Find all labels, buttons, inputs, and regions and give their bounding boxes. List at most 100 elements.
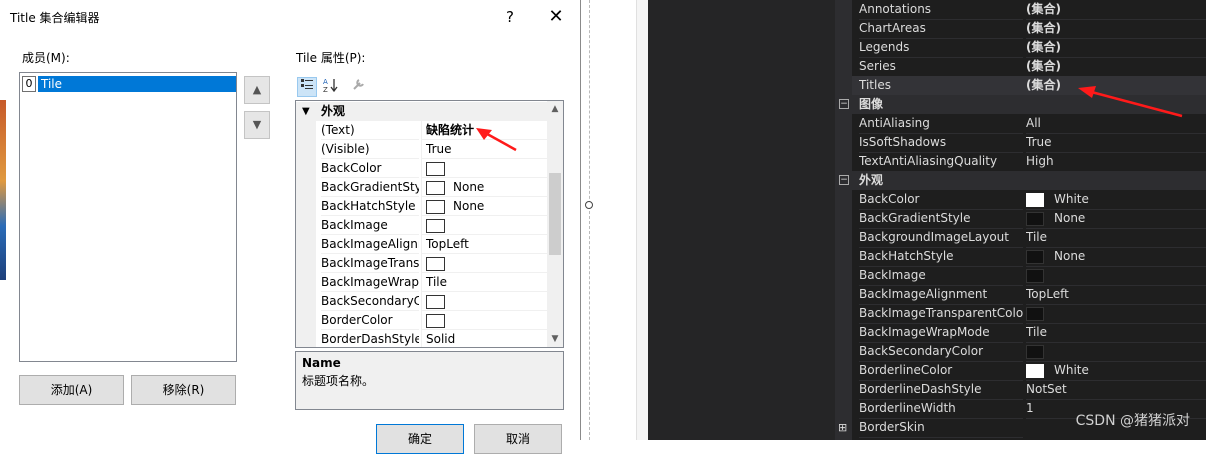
panel-property-value[interactable]: NotSet bbox=[1026, 380, 1206, 400]
grid-row[interactable]: (Visible) True bbox=[296, 140, 548, 159]
panel-property-row[interactable]: ChartAreas (集合) bbox=[852, 19, 1206, 39]
panel-property-value[interactable]: (集合) bbox=[1026, 19, 1206, 39]
property-name[interactable]: BackImage bbox=[321, 216, 419, 235]
property-pages-wrench-icon[interactable] bbox=[349, 77, 369, 97]
collapse-icon[interactable]: − bbox=[839, 99, 849, 109]
property-name[interactable]: BackImageAlignr bbox=[321, 235, 419, 254]
grid-row[interactable]: BackSecondaryCo bbox=[296, 292, 548, 311]
grid-row[interactable]: BackImage bbox=[296, 216, 548, 235]
panel-property-value[interactable] bbox=[1026, 304, 1206, 324]
property-value[interactable]: Tile bbox=[421, 273, 548, 292]
panel-property-row[interactable]: Legends (集合) bbox=[852, 38, 1206, 58]
dialog-titlebar[interactable]: Title 集合编辑器 ? ✕ bbox=[0, 0, 581, 34]
grid-row[interactable]: (Text) 缺陷统计 bbox=[296, 121, 548, 140]
panel-property-value[interactable]: TopLeft bbox=[1026, 285, 1206, 305]
panel-property-value[interactable]: Tile bbox=[1026, 323, 1206, 343]
panel-property-value[interactable]: (集合) bbox=[1026, 38, 1206, 58]
categorized-icon[interactable] bbox=[297, 77, 317, 97]
panel-property-row[interactable]: BackSecondaryColor bbox=[852, 342, 1206, 362]
move-up-button[interactable]: ▲ bbox=[244, 76, 270, 104]
panel-property-value[interactable]: White bbox=[1026, 190, 1206, 210]
panel-property-row[interactable]: BorderlineDashStyle NotSet bbox=[852, 380, 1206, 400]
grid-row[interactable]: BackImageWrapl Tile bbox=[296, 273, 548, 292]
chevron-down-icon[interactable]: ▼ bbox=[302, 102, 310, 121]
add-button[interactable]: 添加(A) bbox=[19, 375, 124, 405]
panel-property-row[interactable]: AntiAliasing All bbox=[852, 114, 1206, 134]
property-value[interactable] bbox=[421, 159, 548, 178]
panel-property-row[interactable]: BackImageWrapMode Tile bbox=[852, 323, 1206, 343]
members-list[interactable]: 0 Tile bbox=[19, 72, 237, 362]
scroll-up-icon[interactable]: ▲ bbox=[547, 101, 563, 117]
panel-property-row[interactable]: TextAntiAliasingQuality High bbox=[852, 152, 1206, 172]
category-appearance[interactable]: ▼ 外观 bbox=[296, 102, 548, 121]
panel-property-value[interactable] bbox=[1026, 342, 1206, 362]
expand-icon[interactable]: ⊞ bbox=[838, 418, 847, 437]
panel-property-value[interactable]: (集合) bbox=[1026, 76, 1206, 96]
panel-category[interactable]: − 图像 bbox=[835, 95, 1206, 114]
panel-property-value[interactable]: White bbox=[1026, 361, 1206, 381]
close-button[interactable]: ✕ bbox=[544, 6, 568, 28]
scroll-down-icon[interactable]: ▼ bbox=[547, 331, 563, 347]
list-item[interactable]: 0 Tile bbox=[22, 76, 236, 92]
grid-row[interactable]: BackHatchStyle None bbox=[296, 197, 548, 216]
property-value[interactable]: None bbox=[421, 197, 548, 216]
panel-property-value[interactable]: True bbox=[1026, 133, 1206, 153]
panel-property-row[interactable]: BackColor White bbox=[852, 190, 1206, 210]
grid-row[interactable]: BorderDashStyle Solid bbox=[296, 330, 548, 347]
property-value[interactable] bbox=[421, 254, 548, 273]
member-name[interactable]: Tile bbox=[38, 76, 236, 92]
panel-property-value[interactable]: All bbox=[1026, 114, 1206, 134]
help-button[interactable]: ? bbox=[498, 6, 522, 28]
panel-property-row[interactable]: Annotations (集合) bbox=[852, 0, 1206, 20]
property-name[interactable]: BackImageWrapl bbox=[321, 273, 419, 292]
property-grid[interactable]: ▼ 外观 (Text) 缺陷统计 (Visible) True BackColor Bac… bbox=[295, 100, 564, 348]
grid-scrollbar[interactable]: ▲ ▼ bbox=[547, 101, 563, 347]
panel-property-row[interactable]: BackHatchStyle None bbox=[852, 247, 1206, 267]
property-value[interactable] bbox=[421, 292, 548, 311]
remove-button[interactable]: 移除(R) bbox=[131, 375, 236, 405]
scroll-thumb[interactable] bbox=[549, 173, 561, 255]
property-name[interactable]: (Visible) bbox=[321, 140, 419, 159]
grid-row[interactable]: BackGradientStyl None bbox=[296, 178, 548, 197]
panel-property-value[interactable]: Tile bbox=[1026, 228, 1206, 248]
property-value[interactable]: None bbox=[421, 178, 548, 197]
panel-category[interactable]: − 外观 bbox=[835, 171, 1206, 190]
panel-property-row[interactable]: IsSoftShadows True bbox=[852, 133, 1206, 153]
panel-property-row[interactable]: BackGradientStyle None bbox=[852, 209, 1206, 229]
panel-property-row[interactable]: BackImageAlignment TopLeft bbox=[852, 285, 1206, 305]
property-name[interactable]: BackSecondaryCo bbox=[321, 292, 419, 311]
grid-row[interactable]: BorderColor bbox=[296, 311, 548, 330]
property-name[interactable]: BorderColor bbox=[321, 311, 419, 330]
grid-row[interactable]: BackColor bbox=[296, 159, 548, 178]
property-value[interactable] bbox=[421, 311, 548, 330]
property-value[interactable]: True bbox=[421, 140, 548, 159]
resize-handle[interactable] bbox=[585, 201, 593, 209]
property-name[interactable]: BackColor bbox=[321, 159, 419, 178]
panel-property-row[interactable]: BackImage bbox=[852, 266, 1206, 286]
property-value[interactable]: 缺陷统计 bbox=[421, 121, 548, 140]
grid-row[interactable]: BackImageTransp bbox=[296, 254, 548, 273]
property-name[interactable]: BorderDashStyle bbox=[321, 330, 419, 347]
panel-property-value[interactable]: None bbox=[1026, 247, 1206, 267]
panel-property-row[interactable]: BorderlineColor White bbox=[852, 361, 1206, 381]
ok-button[interactable]: 确定 bbox=[376, 424, 464, 454]
panel-property-value[interactable]: None bbox=[1026, 209, 1206, 229]
cancel-button[interactable]: 取消 bbox=[474, 424, 562, 454]
panel-property-row[interactable]: BackgroundImageLayout Tile bbox=[852, 228, 1206, 248]
panel-property-row[interactable]: Titles (集合) bbox=[852, 76, 1206, 96]
panel-property-row[interactable]: BackImageTransparentColo bbox=[852, 304, 1206, 324]
property-name[interactable]: BackHatchStyle bbox=[321, 197, 419, 216]
property-value[interactable] bbox=[421, 216, 548, 235]
property-value[interactable]: TopLeft bbox=[421, 235, 548, 254]
move-down-button[interactable]: ▼ bbox=[244, 111, 270, 139]
panel-property-value[interactable]: (集合) bbox=[1026, 57, 1206, 77]
property-name[interactable]: BackImageTransp bbox=[321, 254, 419, 273]
panel-property-value[interactable]: (集合) bbox=[1026, 0, 1206, 20]
property-value[interactable]: Solid bbox=[421, 330, 548, 347]
panel-property-value[interactable] bbox=[1026, 266, 1206, 286]
property-name[interactable]: BackGradientStyl bbox=[321, 178, 419, 197]
grid-row[interactable]: BackImageAlignr TopLeft bbox=[296, 235, 548, 254]
collapse-icon[interactable]: − bbox=[839, 175, 849, 185]
panel-property-value[interactable]: High bbox=[1026, 152, 1206, 172]
property-name[interactable]: (Text) bbox=[321, 121, 419, 140]
